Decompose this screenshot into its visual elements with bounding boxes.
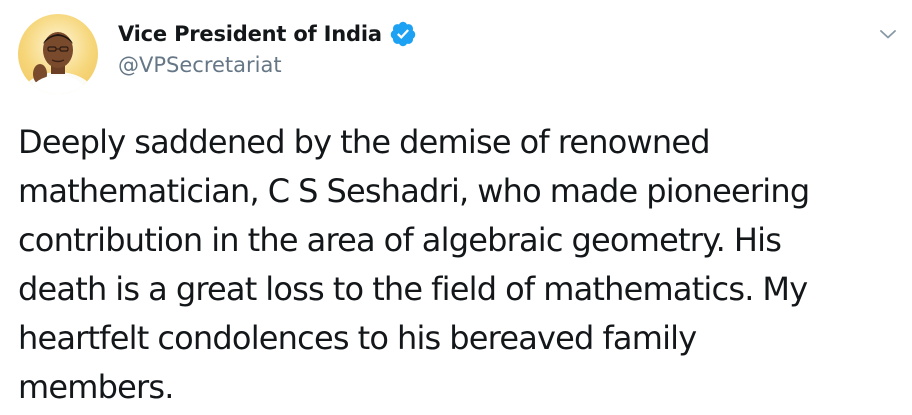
avatar[interactable] xyxy=(18,14,98,94)
display-name[interactable]: Vice President of India xyxy=(118,22,382,46)
tweet-card: Vice President of India @VPSecretariat D… xyxy=(0,0,912,415)
author-handle[interactable]: @VPSecretariat xyxy=(118,53,282,77)
verified-badge-icon xyxy=(389,20,417,48)
avatar-image xyxy=(19,32,97,94)
chevron-down-icon[interactable] xyxy=(876,22,900,46)
author-name-row[interactable]: Vice President of India xyxy=(118,19,417,49)
tweet-text: Deeply saddened by the demise of renowne… xyxy=(18,123,810,406)
